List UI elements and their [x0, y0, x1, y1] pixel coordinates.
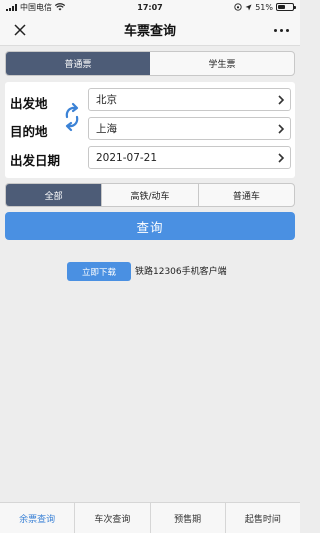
to-label: 目的地	[10, 124, 48, 139]
ticket-type-tabs: 普通票 学生票	[5, 51, 295, 76]
swap-icon[interactable]	[62, 102, 82, 132]
tab-sale-start-time[interactable]: 起售时间	[224, 503, 300, 533]
from-station-value: 北京	[96, 94, 117, 106]
from-station-field[interactable]: 北京	[88, 88, 291, 111]
chevron-right-icon	[278, 124, 285, 134]
chevron-right-icon	[278, 153, 285, 163]
carrier-label: 中国电信	[20, 2, 52, 12]
from-label: 出发地	[10, 96, 48, 111]
more-icon[interactable]	[270, 22, 292, 38]
departure-date-field[interactable]: 2021-07-21	[88, 146, 291, 169]
signal-icon	[6, 3, 17, 11]
tab-train-lookup[interactable]: 车次查询	[74, 503, 149, 533]
bottom-tab-bar: 余票查询 车次查询 预售期 起售时间	[0, 502, 300, 533]
location-arrow-icon	[245, 4, 252, 10]
to-station-field[interactable]: 上海	[88, 117, 291, 140]
to-station-value: 上海	[96, 123, 117, 135]
tab-student-ticket[interactable]: 学生票	[150, 52, 294, 75]
tab-regular-train[interactable]: 普通车	[197, 184, 294, 206]
search-form: 出发地 目的地 出发日期 北京 上海 2021-07-21	[5, 82, 295, 178]
tab-presale-period[interactable]: 预售期	[149, 503, 225, 533]
status-right: 51%	[234, 2, 296, 12]
chevron-right-icon	[278, 95, 285, 105]
wifi-icon	[55, 3, 65, 11]
status-left: 中国电信	[6, 2, 65, 13]
departure-date-value: 2021-07-21	[96, 151, 158, 164]
battery-icon	[276, 3, 296, 11]
page-title: 车票查询	[123, 24, 176, 39]
date-label: 出发日期	[10, 153, 61, 168]
battery-percent: 51%	[255, 2, 273, 12]
train-type-tabs: 全部 高铁/动车 普通车	[5, 183, 295, 207]
download-button[interactable]: 立即下载	[67, 262, 131, 281]
download-description: 铁路12306手机客户端	[135, 267, 227, 277]
tab-all-trains[interactable]: 全部	[6, 184, 102, 206]
tab-high-speed[interactable]: 高铁/动车	[101, 184, 197, 206]
status-bar: 中国电信 17:07 51%	[0, 0, 300, 14]
close-icon[interactable]	[10, 20, 30, 40]
tab-regular-ticket[interactable]: 普通票	[6, 52, 150, 75]
tab-remaining-tickets[interactable]: 余票查询	[0, 503, 74, 533]
query-button[interactable]: 查询	[5, 212, 295, 240]
orientation-lock-icon	[234, 3, 242, 11]
nav-bar: 车票查询	[0, 14, 300, 46]
